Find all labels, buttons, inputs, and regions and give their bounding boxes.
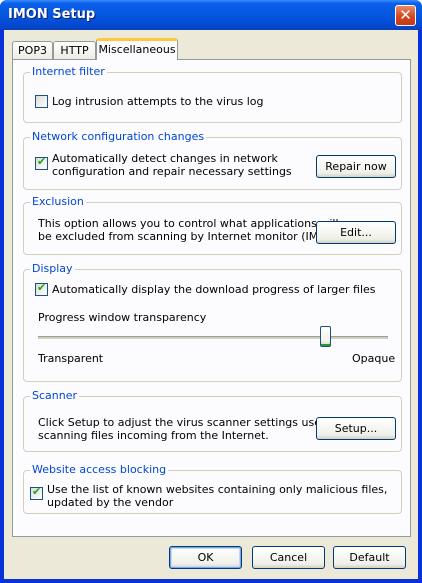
tab-miscellaneous-label: Miscellaneous [98, 43, 176, 56]
network-config-group: Network configuration changes ✔ Automati… [23, 130, 402, 190]
checkmark-icon: ✔ [32, 485, 42, 498]
close-button[interactable]: ✕ [395, 5, 416, 26]
auto-detect-checkbox[interactable]: ✔ [35, 155, 48, 170]
website-blocking-title: Website access blocking [30, 463, 169, 476]
transparency-slider-track[interactable] [38, 336, 388, 340]
display-title: Display [30, 262, 75, 275]
imon-setup-window: IMON Setup ✕ POP3 HTTP Miscellaneous Int… [0, 0, 422, 583]
website-blocking-label-line2[interactable]: updated by the vendor [47, 496, 173, 509]
transparency-slider-thumb[interactable] [319, 326, 331, 347]
window-title: IMON Setup [8, 7, 96, 22]
repair-now-button[interactable]: Repair now [316, 155, 396, 178]
scanner-desc-line1: Click Setup to adjust the virus scanner … [38, 416, 347, 429]
scanner-setup-button[interactable]: Setup... [316, 417, 396, 440]
close-icon: ✕ [399, 6, 412, 24]
slider-max-label: Opaque [352, 352, 396, 365]
website-blocking-label-line1[interactable]: Use the list of known websites containin… [47, 483, 387, 496]
edit-exclusion-button[interactable]: Edit... [316, 221, 396, 244]
website-blocking-group: Website access blocking ✔ Use the list o… [23, 463, 402, 514]
miscellaneous-panel: Internet filter Log intrusion attempts t… [12, 59, 411, 537]
auto-detect-label-line2[interactable]: configuration and repair necessary setti… [52, 165, 292, 178]
log-intrusion-checkbox[interactable] [35, 95, 48, 108]
slider-min-label: Transparent [38, 352, 104, 365]
exclusion-desc-line2: be excluded from scanning by Internet mo… [38, 230, 343, 243]
display-progress-checkbox[interactable]: ✔ [35, 281, 48, 296]
ok-button[interactable]: OK [169, 546, 242, 569]
title-bar[interactable]: IMON Setup ✕ [0, 0, 422, 30]
internet-filter-title: Internet filter [30, 65, 107, 78]
scanner-title: Scanner [30, 389, 80, 402]
dialog-client-area: POP3 HTTP Miscellaneous Internet filter … [4, 30, 418, 579]
default-button[interactable]: Default [333, 546, 406, 569]
scanner-group: Scanner Click Setup to adjust the virus … [23, 389, 402, 452]
cancel-button[interactable]: Cancel [252, 546, 325, 569]
scanner-desc-line2: scanning files incoming from the Interne… [38, 429, 269, 442]
website-blocking-checkbox[interactable]: ✔ [30, 485, 43, 500]
tab-pop3[interactable]: POP3 [12, 41, 53, 59]
display-group: Display ✔ Automatically display the down… [23, 262, 402, 382]
checkmark-icon: ✔ [37, 155, 47, 168]
internet-filter-group: Internet filter Log intrusion attempts t… [23, 65, 402, 123]
network-config-title: Network configuration changes [30, 130, 207, 143]
tab-miscellaneous[interactable]: Miscellaneous [96, 38, 178, 60]
exclusion-title: Exclusion [30, 195, 86, 208]
tab-pop3-label: POP3 [18, 44, 47, 57]
exclusion-desc-line1: This option allows you to control what a… [38, 217, 339, 230]
transparency-label: Progress window transparency [38, 311, 207, 324]
log-intrusion-label[interactable]: Log intrusion attempts to the virus log [52, 95, 263, 108]
exclusion-group: Exclusion This option allows you to cont… [23, 195, 402, 255]
auto-detect-label-line1[interactable]: Automatically detect changes in network [52, 152, 278, 165]
display-progress-label[interactable]: Automatically display the download progr… [52, 283, 376, 296]
tab-http-label: HTTP [60, 44, 89, 57]
tab-http[interactable]: HTTP [53, 41, 96, 59]
checkmark-icon: ✔ [37, 281, 47, 294]
